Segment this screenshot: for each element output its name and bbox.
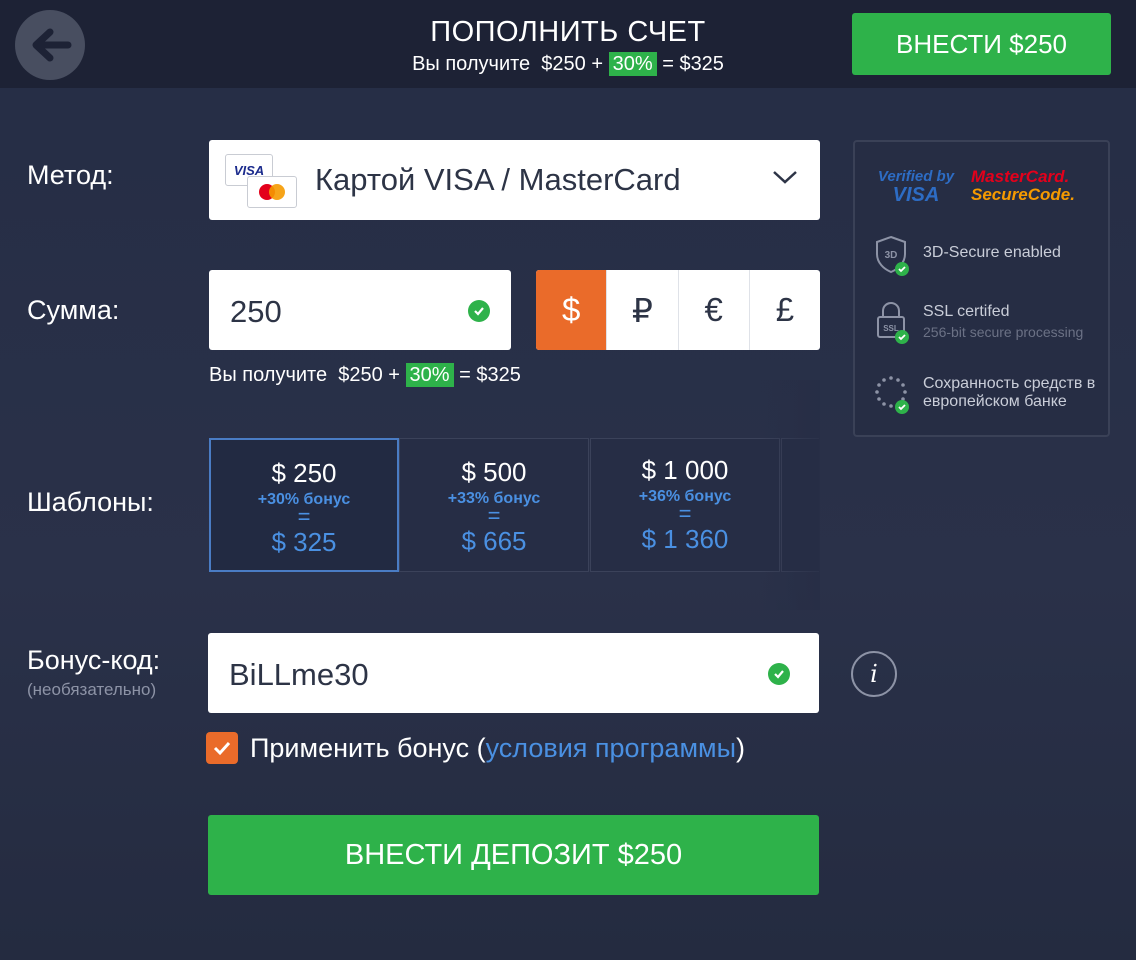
template-card-1000[interactable]: $ 1 000 +36% бонус = $ 1 360 [590, 438, 780, 572]
check-badge-icon [895, 262, 909, 276]
template-total: $ 665 [461, 526, 527, 556]
template-equals: = [297, 504, 311, 529]
deposit-submit-button[interactable]: ВНЕСТИ ДЕПОЗИТ $250 [208, 815, 819, 895]
carousel-fade [760, 380, 820, 610]
amount-label: Сумма: [27, 295, 120, 325]
apply-bonus-checkbox[interactable] [206, 732, 238, 764]
currency-selector: $ ₽ € £ [536, 270, 820, 350]
security-item-title: Сохранность средств в европейском банке [923, 375, 1096, 410]
payment-method-select[interactable]: VISA Картой VISA / MasterCard [209, 140, 820, 220]
bonus-valid-check-icon [768, 663, 790, 685]
bonus-code-optional-label: (необязательно) [27, 680, 157, 699]
template-equals: = [487, 503, 501, 528]
checkmark-icon [213, 741, 231, 756]
payment-method-value: Картой VISA / MasterCard [315, 162, 681, 197]
template-total: $ 1 360 [641, 524, 729, 554]
mastercard-icon [247, 176, 297, 208]
mastercard-securecode-logo: MasterCard. SecureCode. [971, 167, 1075, 204]
program-terms-link[interactable]: условия программы [486, 733, 736, 763]
receive-summary: Вы получите $250 + 30% = $325 [209, 363, 521, 387]
security-panel: Verified by VISA MasterCard. SecureCode.… [853, 140, 1110, 437]
check-badge-icon [895, 400, 909, 414]
template-equals: = [678, 501, 692, 526]
bonus-code-label: Бонус-код: [27, 645, 161, 675]
verified-by-visa-logo: Verified by VISA [877, 168, 955, 206]
apply-bonus-label: Применить бонус (условия программы) [250, 733, 745, 763]
amount-value: 250 [230, 294, 282, 329]
security-item-title: SSL certifed [923, 303, 1010, 320]
template-amount: $ 1 000 [641, 455, 729, 485]
security-item-title: 3D-Secure enabled [923, 244, 1061, 261]
template-amount: $ 500 [461, 457, 527, 487]
bonus-code-input[interactable]: BiLLme30 [208, 633, 819, 713]
template-total: $ 325 [271, 527, 337, 557]
svg-text:3D: 3D [885, 250, 898, 261]
check-badge-icon [895, 330, 909, 344]
template-amount: $ 250 [271, 458, 337, 488]
templates-label: Шаблоны: [27, 487, 154, 517]
currency-rub-button[interactable]: ₽ [606, 270, 677, 350]
currency-gbp-button[interactable]: £ [748, 270, 820, 350]
template-card-250[interactable]: $ 250 +30% бонус = $ 325 [209, 438, 399, 572]
top-bar: ПОПОЛНИТЬ СЧЕТ Вы получите $250 + 30% = … [0, 0, 1136, 88]
amount-input[interactable]: 250 [209, 270, 511, 350]
info-icon[interactable]: i [851, 651, 897, 697]
currency-usd-button[interactable]: $ [536, 270, 607, 350]
receive-percent-badge: 30% [405, 363, 454, 387]
template-card-500[interactable]: $ 500 +33% бонус = $ 665 [399, 438, 589, 572]
amount-valid-check-icon [468, 300, 490, 322]
security-item-subtitle: 256-bit secure processing [923, 324, 1084, 340]
bonus-percent-badge: 30% [608, 52, 657, 76]
method-label: Метод: [27, 160, 114, 190]
template-carousel: $ 250 +30% бонус = $ 325 $ 500 +33% бону… [209, 438, 819, 572]
currency-eur-button[interactable]: € [677, 270, 749, 350]
deposit-top-button[interactable]: ВНЕСТИ $250 [852, 13, 1111, 75]
chevron-down-icon [773, 171, 797, 184]
bonus-code-value: BiLLme30 [229, 657, 369, 692]
